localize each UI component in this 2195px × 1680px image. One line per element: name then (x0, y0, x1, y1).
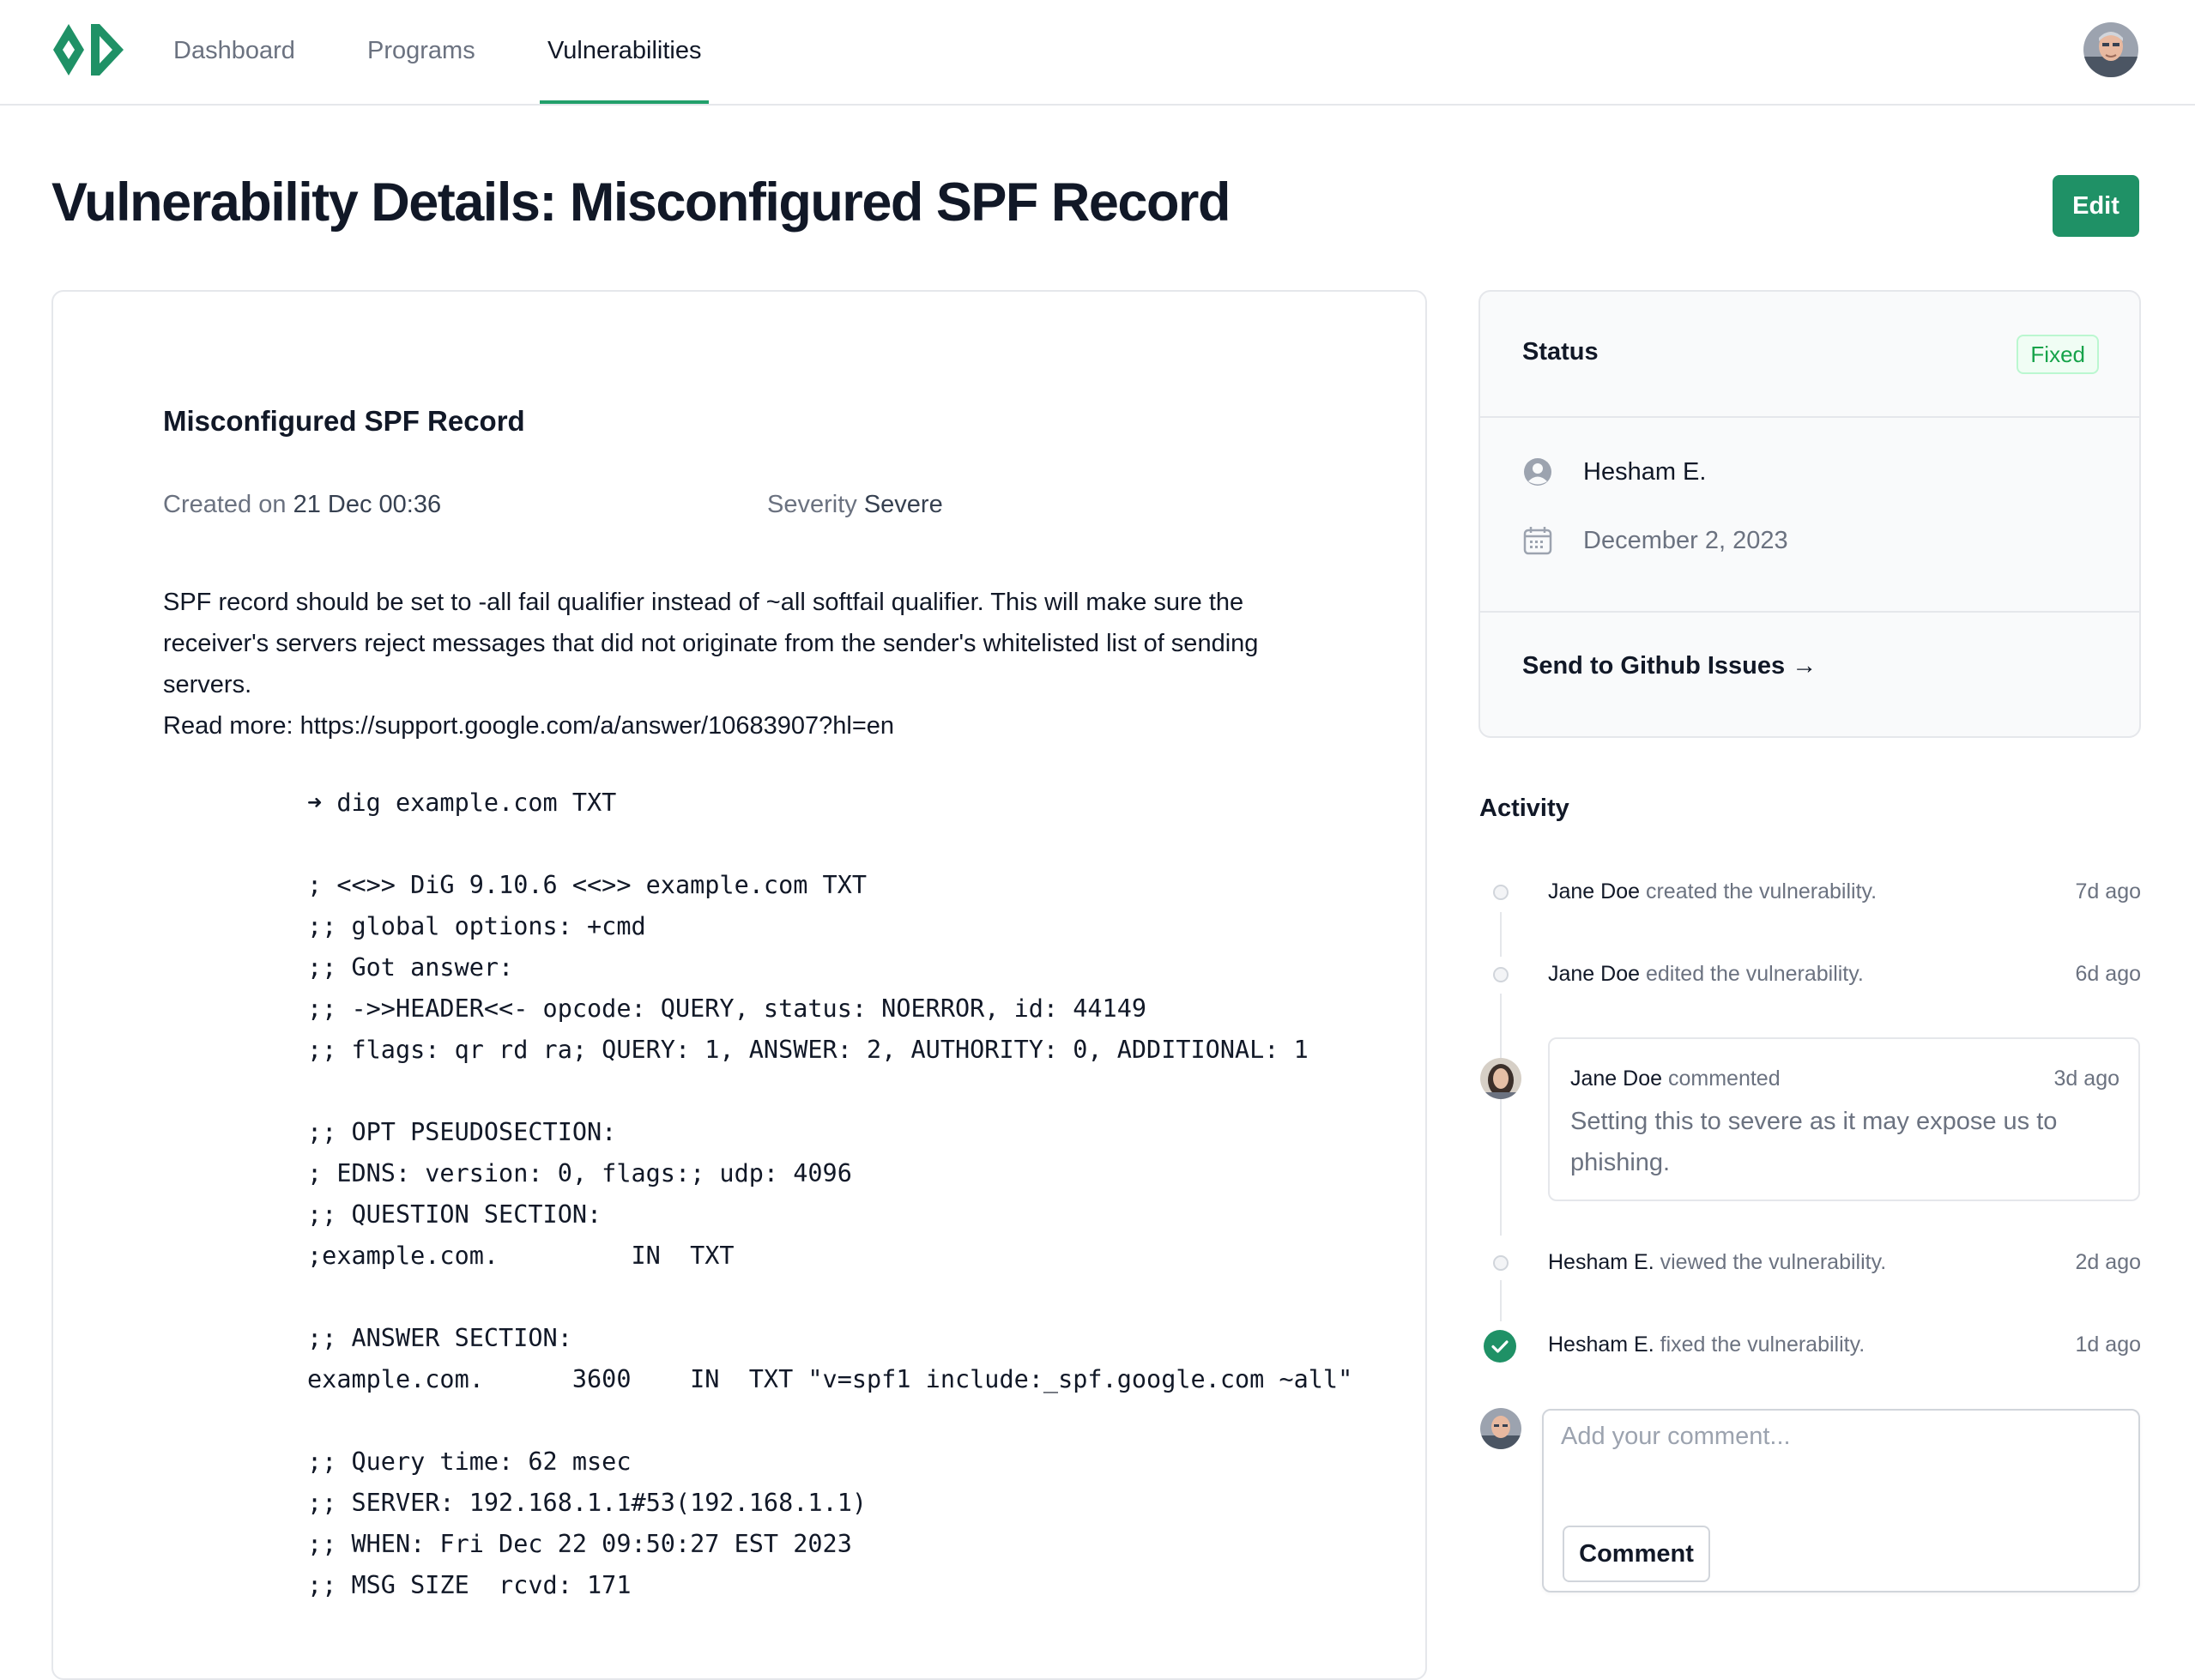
divider (1480, 611, 2139, 613)
nav-tab-dashboard[interactable]: Dashboard (173, 0, 295, 104)
vulnerability-description: SPF record should be set to -all fail qu… (163, 582, 1330, 746)
activity-action: commented (1667, 1067, 1781, 1091)
activity-action: edited the vulnerability. (1645, 962, 1864, 986)
comment-input[interactable] (1561, 1423, 2119, 1500)
activity-action: fixed the vulnerability. (1660, 1333, 1865, 1357)
created-value: 21 Dec 00:36 (293, 491, 442, 518)
send-to-github-link[interactable]: Send to Github Issues → (1522, 652, 1817, 680)
calendar-icon (1523, 527, 1552, 555)
vulnerability-title: Misconfigured SPF Record (163, 405, 525, 437)
created-date: December 2, 2023 (1583, 526, 1788, 554)
divider (1480, 416, 2139, 418)
current-user-avatar (1480, 1408, 1521, 1449)
user-avatar[interactable] (2083, 22, 2138, 77)
created-meta: Created on 21 Dec 00:36 (163, 491, 441, 519)
new-comment-form: Comment (1542, 1409, 2140, 1592)
activity-action: viewed the vulnerability. (1660, 1250, 1887, 1274)
edit-button[interactable]: Edit (2053, 175, 2139, 237)
timeline-connector (1500, 1280, 1502, 1321)
status-label: Status (1522, 338, 1599, 366)
timeline-dot (1493, 885, 1509, 900)
comment-text: Setting this to severe as it may expose … (1570, 1108, 2058, 1176)
timeline-dot (1493, 967, 1509, 982)
status-badge: Fixed (2017, 335, 2099, 374)
activity-item: Hesham E. viewed the vulnerability. (1548, 1250, 1886, 1275)
severity-label: Severity (767, 491, 857, 518)
activity-time: 3d ago (2053, 1067, 2119, 1091)
user-circle-icon (1524, 458, 1551, 486)
activity-author: Jane Doe (1548, 879, 1641, 903)
activity-item: Jane Doe edited the vulnerability. (1548, 962, 1864, 987)
severity-value: Severe (863, 491, 943, 518)
activity-action: created the vulnerability. (1645, 879, 1878, 903)
activity-time: 2d ago (2075, 1250, 2141, 1274)
brand-logo-icon[interactable] (51, 22, 127, 77)
activity-time: 6d ago (2075, 962, 2141, 986)
created-label: Created on (163, 491, 287, 518)
timeline-connector (1500, 912, 1502, 957)
activity-author: Hesham E. (1548, 1250, 1654, 1274)
page-title: Vulnerability Details: Misconfigured SPF… (51, 172, 1231, 233)
timeline-connector (1500, 994, 1502, 1236)
check-circle-icon (1484, 1330, 1516, 1363)
code-block: ➜ dig example.com TXT ; <<>> DiG 9.10.6 … (307, 789, 1353, 1599)
date-row: December 2, 2023 (1522, 523, 1788, 558)
severity-meta: Severity Severe (767, 491, 943, 519)
comment-header: Jane Doe commented (1570, 1067, 1781, 1091)
activity-author: Hesham E. (1548, 1333, 1654, 1357)
activity-title: Activity (1479, 795, 1569, 822)
activity-item: Jane Doe created the vulnerability. (1548, 879, 1877, 904)
read-more-link[interactable]: Read more: https://support.google.com/a/… (163, 705, 1330, 746)
status-card: Status Fixed Hesham E. December 2, 2023 … (1478, 290, 2141, 738)
activity-time: 7d ago (2075, 879, 2141, 903)
vulnerability-details-card: Misconfigured SPF Record Created on 21 D… (51, 290, 1427, 1680)
description-paragraph: SPF record should be set to -all fail qu… (163, 589, 1259, 698)
comment-button[interactable]: Comment (1563, 1526, 1710, 1582)
activity-item: Hesham E. fixed the vulnerability. (1548, 1333, 1865, 1357)
timeline-dot (1493, 1255, 1509, 1271)
comment-card: Jane Doe commented 3d ago Setting this t… (1548, 1037, 2140, 1201)
activity-time: 1d ago (2075, 1333, 2141, 1357)
commenter-avatar (1480, 1058, 1521, 1099)
nav-tab-vulnerabilities[interactable]: Vulnerabilities (540, 0, 710, 104)
nav-tab-programs[interactable]: Programs (367, 0, 475, 104)
top-navigation: Dashboard Programs Vulnerabilities (0, 0, 2195, 106)
activity-author: Jane Doe (1548, 962, 1641, 986)
activity-author: Jane Doe (1570, 1067, 1663, 1091)
assignee-name: Hesham E. (1583, 457, 1707, 486)
assignee-row: Hesham E. (1522, 455, 1706, 489)
